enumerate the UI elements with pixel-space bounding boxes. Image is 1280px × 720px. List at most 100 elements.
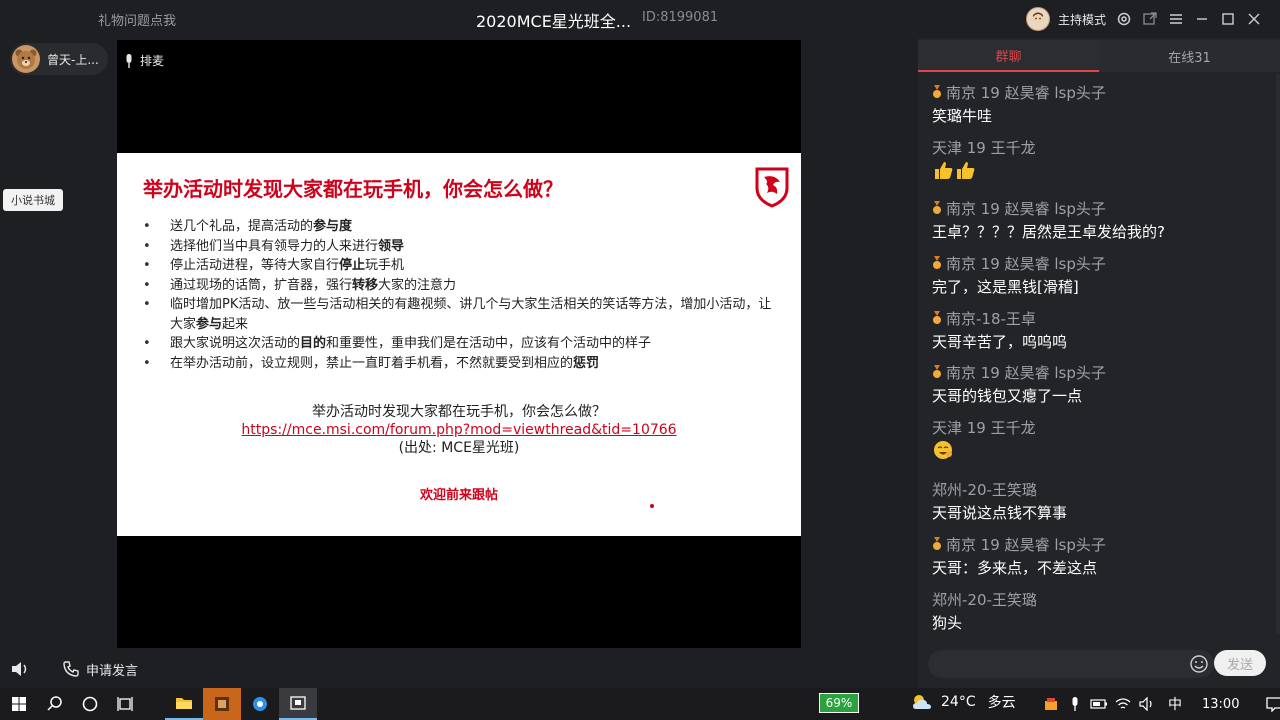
chat-emoji (932, 440, 1262, 460)
novel-store-button[interactable]: 小说书城 (3, 189, 63, 211)
windows-start-icon[interactable] (0, 688, 38, 720)
search-icon[interactable] (36, 688, 74, 720)
chat-text: 笑璐牛哇 (932, 106, 993, 125)
chat-message: 南京 19 赵昊睿 lsp头子 天哥的钱包又瘪了一点 (932, 362, 1262, 405)
close-icon[interactable] (1246, 11, 1262, 27)
host-mode-label[interactable]: 主持模式 (1058, 11, 1106, 28)
minimize-icon[interactable] (1194, 11, 1210, 27)
clock[interactable]: 13:00 (1202, 697, 1239, 712)
chat-text: 王卓？？？？居然是王卓发给我的? (932, 222, 1165, 241)
room-id: ID:8199081 (642, 10, 719, 25)
chat-sender: 天津 19 王千龙 (932, 138, 1036, 157)
maximize-icon[interactable] (1220, 11, 1236, 27)
chat-message: 天津 19 王千龙 (932, 137, 1262, 180)
ime-indicator[interactable]: 中 (1168, 694, 1182, 714)
partly-cloudy-icon (913, 695, 931, 709)
chat-text: 狗头 (932, 613, 963, 632)
slide-bullet: 临时增加PK活动、放一些与活动相关的有趣视频、讲几个与大家生活相关的笑话等方法，… (143, 295, 783, 334)
speaker-name: 曾天-上... (47, 52, 99, 67)
medal-badge-icon (933, 85, 941, 98)
chat-scrollbar[interactable] (1276, 74, 1280, 634)
emoji-icon (934, 441, 952, 459)
system-tray: 中 13:00 (1040, 688, 1280, 720)
chat-sender: 南京 19 赵昊睿 lsp头子 (946, 254, 1106, 273)
weather-text: 多云 (987, 695, 1016, 711)
slide-bullet: 跟大家说明这次活动的目的和重要性，重申我们是在活动中，应该有个活动中的样子 (143, 334, 783, 354)
chat-sender: 郑州-20-王笑璐 (932, 480, 1037, 499)
forum-link[interactable]: https://mce.msi.com/forum.php?mod=viewth… (117, 421, 801, 439)
slide-bullet: 在举办活动前，设立规则，禁止一直盯着手机看，不然就要受到相应的惩罚 (143, 354, 783, 374)
battery-icon[interactable] (1088, 693, 1110, 715)
presentation-slide: 举办活动时发现大家都在玩手机，你会怎么做？ 送几个礼品，提高活动的参与度 选择他… (117, 153, 801, 536)
chat-panel: 群聊 在线31 南京 19 赵昊睿 lsp头子 笑璐牛哇 天津 19 王千龙 南… (918, 38, 1280, 688)
chat-sender: 南京 19 赵昊睿 lsp头子 (946, 83, 1106, 102)
classroom-app-icon[interactable] (279, 688, 317, 720)
send-button[interactable]: 发送 (1214, 650, 1266, 676)
notification-center-icon[interactable] (1263, 693, 1280, 715)
chat-message: 郑州-20-王笑璐 狗头 (932, 589, 1262, 632)
smiley-icon[interactable] (1189, 654, 1209, 674)
chat-message: 南京 19 赵昊睿 lsp头子 王卓？？？？居然是王卓发给我的? (932, 198, 1262, 241)
chat-text: 天哥辛苦了，呜呜呜 (932, 332, 1068, 351)
medal-badge-icon (933, 201, 941, 214)
chat-message: 郑州-20-王笑璐 天哥说这点钱不算事 (932, 479, 1262, 522)
msi-dragon-shield-icon (753, 166, 791, 208)
room-title: 2020MCE星光班全... (476, 12, 632, 31)
apply-speak-button[interactable]: 申请发言 (86, 660, 138, 679)
chat-text: 天哥说这点钱不算事 (932, 503, 1068, 522)
chat-sender: 南京 19 赵昊睿 lsp头子 (946, 363, 1106, 382)
phone-icon[interactable] (62, 660, 80, 678)
tray-app-icon[interactable] (1040, 693, 1062, 715)
file-explorer-icon[interactable] (165, 688, 203, 720)
host-avatar[interactable] (1026, 7, 1050, 31)
thumbs-up-icon (957, 162, 975, 179)
bear-avatar-icon (12, 45, 40, 73)
speaker-volume-icon[interactable] (10, 660, 32, 678)
medal-badge-icon (933, 256, 941, 269)
chat-input[interactable] (928, 650, 1214, 678)
taskbar: 69% 24°C 多云 中 13:00 (0, 688, 1280, 720)
slide-bullet-list: 送几个礼品，提高活动的参与度 选择他们当中具有领导力的人来进行领导 停止活动进程… (143, 217, 783, 373)
temperature: 24°C (941, 694, 976, 710)
volume-icon[interactable] (1136, 693, 1158, 715)
speaker-chip[interactable]: 曾天-上... (10, 43, 108, 75)
app-taskbar-icon[interactable] (203, 688, 241, 720)
chat-sender: 南京 19 赵昊睿 lsp头子 (946, 199, 1106, 218)
menu-icon[interactable] (1168, 11, 1184, 27)
mic-queue-label: 排麦 (140, 54, 165, 68)
tab-online[interactable]: 在线31 (1099, 40, 1280, 72)
slide-bullet: 通过现场的话筒，扩音器，强行转移大家的注意力 (143, 276, 783, 296)
chat-sender: 郑州-20-王笑璐 (932, 590, 1037, 609)
slide-welcome: 欢迎前来跟帖 (419, 488, 498, 503)
slide-bullet: 送几个礼品，提高活动的参与度 (143, 217, 783, 237)
slide-bullet: 停止活动进程，等待大家自行停止玩手机 (143, 256, 783, 276)
slide-source: (出处: MCE星光班) (398, 440, 520, 456)
slide-footer: 举办活动时发现大家都在玩手机，你会怎么做？ https://mce.msi.co… (117, 403, 801, 457)
pointer-dot (650, 504, 654, 508)
mic-queue-button[interactable]: 排麦 (122, 52, 164, 69)
tab-group-chat[interactable]: 群聊 (918, 40, 1099, 72)
battery-level-badge[interactable]: 69% (819, 693, 859, 713)
weather-widget[interactable]: 24°C 多云 (910, 692, 1016, 712)
gift-help-link[interactable]: 礼物问题点我 (98, 10, 176, 29)
cortana-icon[interactable] (71, 688, 109, 720)
medal-badge-icon (933, 365, 941, 378)
thumbs-up-icon (935, 162, 953, 179)
settings-icon[interactable] (1116, 11, 1132, 27)
task-view-icon[interactable] (106, 688, 144, 720)
chat-message: 南京 19 赵昊睿 lsp头子 天哥：多来点，不差这点 (932, 534, 1262, 577)
chat-sender: 南京-18-王卓 (946, 309, 1036, 328)
chat-message: 南京 19 赵昊睿 lsp头子 笑璐牛哇 (932, 82, 1262, 125)
wifi-icon[interactable] (1112, 693, 1134, 715)
bottom-controls: 申请发言 (10, 657, 138, 681)
slide-title: 举办活动时发现大家都在玩手机，你会怎么做？ (143, 177, 563, 201)
chat-text: 完了，这是黑钱[滑稽] (932, 277, 1079, 296)
chat-message: 天津 19 王千龙 (932, 417, 1262, 460)
browser-icon[interactable] (241, 688, 279, 720)
medal-badge-icon (933, 311, 941, 324)
microphone-icon[interactable] (1064, 693, 1086, 715)
chat-text: 天哥：多来点，不差这点 (932, 558, 1098, 577)
popout-icon[interactable] (1142, 11, 1158, 27)
chat-sender: 南京 19 赵昊睿 lsp头子 (946, 535, 1106, 554)
chat-sender: 天津 19 王千龙 (932, 418, 1036, 437)
